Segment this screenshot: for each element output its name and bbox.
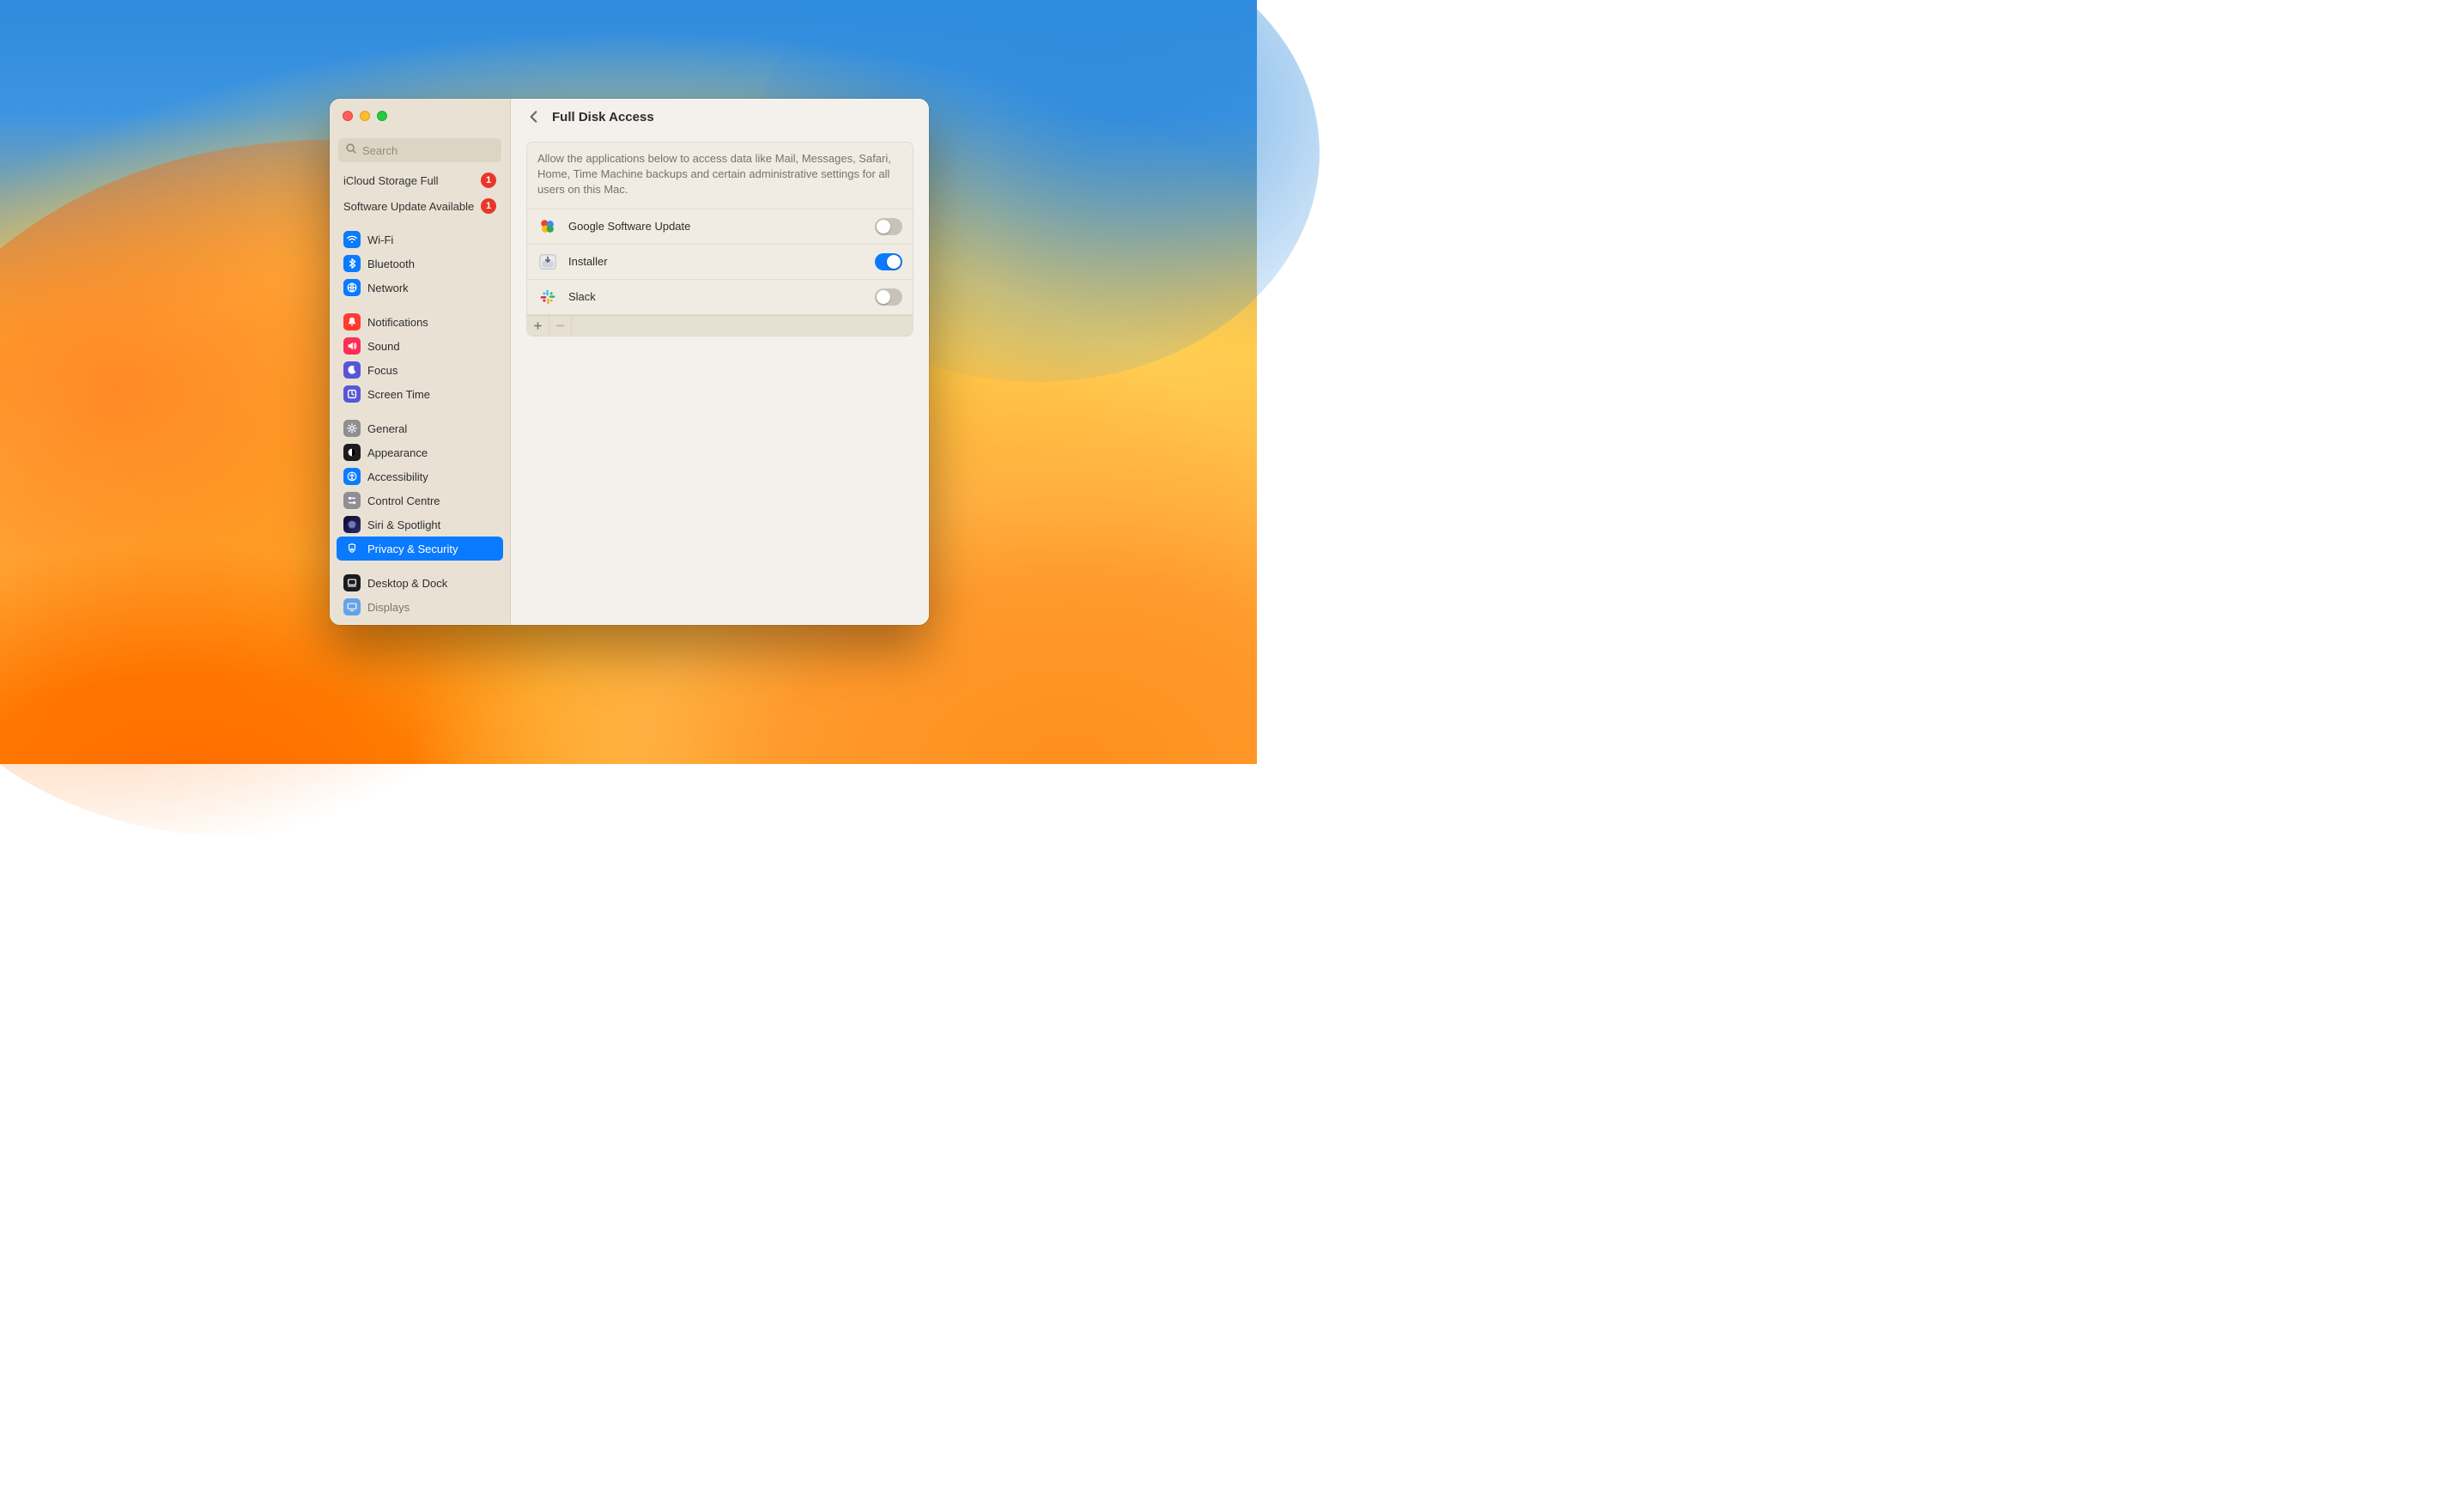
sidebar-item-desktop-dock[interactable]: Desktop & Dock	[337, 571, 503, 595]
displays-icon	[343, 598, 361, 616]
window-controls	[330, 99, 510, 133]
sidebar-item-label: Siri & Spotlight	[367, 519, 440, 531]
installer-icon	[537, 252, 558, 272]
sidebar-item-label: Sound	[367, 340, 400, 353]
sidebar-item-focus[interactable]: Focus	[337, 358, 503, 382]
content-pane: Full Disk Access Allow the applications …	[511, 99, 929, 625]
app-row-google-software-update[interactable]: Google Software Update	[527, 209, 913, 245]
general-icon	[343, 420, 361, 437]
minimize-window-button[interactable]	[360, 111, 370, 121]
notice-icloud-storage-full[interactable]: iCloud Storage Full 1	[337, 171, 503, 193]
control-centre-icon	[343, 492, 361, 509]
sound-icon	[343, 337, 361, 355]
sidebar-item-label: Focus	[367, 364, 398, 377]
system-settings-window: iCloud Storage Full 1 Software Update Av…	[330, 99, 929, 625]
search-field[interactable]	[338, 138, 501, 162]
sidebar-item-label: Desktop & Dock	[367, 577, 447, 590]
sidebar-item-label: Notifications	[367, 316, 428, 329]
search-input[interactable]	[362, 144, 495, 157]
network-icon	[343, 279, 361, 296]
sidebar-item-privacy-security[interactable]: Privacy & Security	[337, 537, 503, 561]
privacy-icon	[343, 540, 361, 557]
full-disk-access-panel: Allow the applications below to access d…	[526, 142, 913, 337]
sidebar: iCloud Storage Full 1 Software Update Av…	[330, 99, 511, 625]
app-name-label: Google Software Update	[568, 220, 865, 233]
notice-badge: 1	[481, 198, 496, 214]
sidebar-item-bluetooth[interactable]: Bluetooth	[337, 252, 503, 276]
google-updater-icon	[537, 216, 558, 237]
desktop-dock-icon	[343, 574, 361, 591]
sidebar-item-wifi[interactable]: Wi-Fi	[337, 227, 503, 252]
back-button[interactable]	[526, 109, 542, 124]
slack-icon	[537, 287, 558, 307]
toggle-installer[interactable]	[875, 253, 902, 270]
sidebar-item-siri-spotlight[interactable]: Siri & Spotlight	[337, 512, 503, 537]
sidebar-item-label: Wi-Fi	[367, 233, 393, 246]
appearance-icon	[343, 444, 361, 461]
list-footer	[527, 315, 913, 336]
sidebar-item-label: Screen Time	[367, 388, 430, 401]
wifi-icon	[343, 231, 361, 248]
sidebar-item-displays[interactable]: Displays	[337, 595, 503, 619]
zoom-window-button[interactable]	[377, 111, 387, 121]
notice-software-update[interactable]: Software Update Available 1	[337, 193, 503, 219]
search-icon	[345, 143, 357, 159]
focus-icon	[343, 361, 361, 379]
add-app-button[interactable]	[527, 316, 549, 336]
sidebar-item-sound[interactable]: Sound	[337, 334, 503, 358]
notice-label: iCloud Storage Full	[343, 174, 439, 187]
sidebar-item-notifications[interactable]: Notifications	[337, 310, 503, 334]
app-row-slack[interactable]: Slack	[527, 280, 913, 315]
sidebar-item-label: Accessibility	[367, 470, 428, 483]
sidebar-item-screen-time[interactable]: Screen Time	[337, 382, 503, 406]
notice-label: Software Update Available	[343, 200, 474, 213]
sidebar-item-label: Network	[367, 282, 409, 294]
sidebar-item-label: Bluetooth	[367, 258, 415, 270]
sidebar-item-general[interactable]: General	[337, 416, 503, 440]
toggle-slack[interactable]	[875, 288, 902, 306]
remove-app-button[interactable]	[549, 316, 572, 336]
app-name-label: Slack	[568, 290, 865, 303]
notice-badge: 1	[481, 173, 496, 188]
close-window-button[interactable]	[343, 111, 353, 121]
sidebar-item-label: Control Centre	[367, 494, 440, 507]
sidebar-item-network[interactable]: Network	[337, 276, 503, 300]
panel-description: Allow the applications below to access d…	[527, 143, 913, 209]
sidebar-item-label: Appearance	[367, 446, 428, 459]
page-title: Full Disk Access	[552, 110, 654, 124]
app-name-label: Installer	[568, 255, 865, 268]
sidebar-item-label: Displays	[367, 601, 410, 614]
siri-icon	[343, 516, 361, 533]
accessibility-icon	[343, 468, 361, 485]
sidebar-item-control-centre[interactable]: Control Centre	[337, 488, 503, 512]
sidebar-item-appearance[interactable]: Appearance	[337, 440, 503, 464]
sidebar-item-accessibility[interactable]: Accessibility	[337, 464, 503, 488]
sidebar-item-label: General	[367, 422, 407, 435]
sidebar-item-label: Privacy & Security	[367, 543, 458, 555]
toggle-google-software-update[interactable]	[875, 218, 902, 235]
notifications-icon	[343, 313, 361, 331]
screen-time-icon	[343, 385, 361, 403]
bluetooth-icon	[343, 255, 361, 272]
app-row-installer[interactable]: Installer	[527, 245, 913, 280]
